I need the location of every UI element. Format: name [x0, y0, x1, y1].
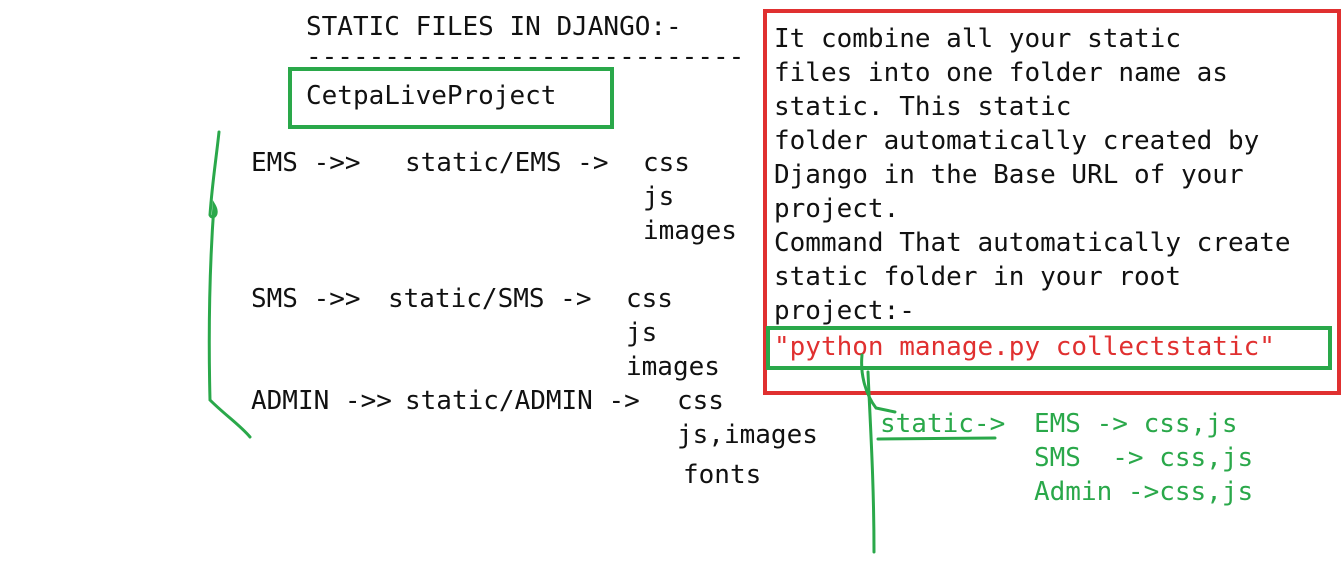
command-hook-stroke [860, 353, 897, 414]
annotation-strokes [207, 130, 997, 554]
left-arrow-stroke [207, 130, 252, 439]
static-underline [876, 436, 997, 441]
